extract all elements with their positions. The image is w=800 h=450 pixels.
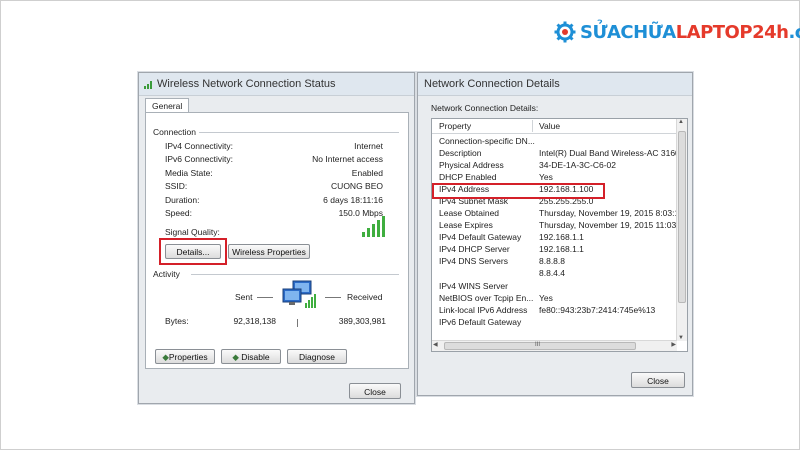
details-dialog-title: Network Connection Details [424,78,560,90]
network-computers-icon [282,280,316,308]
connection-separator [199,132,399,133]
vertical-scroll-thumb[interactable] [678,131,686,303]
status-close-label: Close [364,387,386,397]
scroll-right-arrow-icon[interactable]: ▶ [671,341,676,348]
details-close-button[interactable]: Close [631,372,685,388]
properties-button-label: Properties [168,352,208,362]
status-dialog: Wireless Network Connection Status Gener… [138,72,415,404]
vertical-scrollbar[interactable]: ▲ ▼ [676,119,687,341]
row-value: Thursday, November 19, 2015 11:03: [539,220,679,230]
scroll-up-arrow-icon[interactable]: ▲ [678,119,684,125]
logo-part-4: .com [788,21,800,43]
logo-part-3: 24h [752,21,789,43]
details-dialog: Network Connection Details Network Conne… [417,72,693,396]
ssid-label: SSID: [165,181,188,191]
header-divider [532,120,533,132]
bytes-label: Bytes: [165,316,189,326]
bytes-received-value: 389,303,981 [338,316,386,326]
row-property: Description [439,148,482,158]
disable-button[interactable]: ◆ Disable [221,349,281,364]
signal-quality-label: Signal Quality: [165,227,220,237]
received-label: Received [347,292,383,302]
shield-icon: ◆ [232,352,239,362]
horizontal-scrollbar[interactable]: ◀ III ▶ [432,340,677,351]
details-highlight-box [159,238,227,265]
tab-general-label: General [152,101,183,111]
row-property: IPv4 Default Gateway [439,232,522,242]
wireless-properties-button[interactable]: Wireless Properties [228,244,310,259]
row-property: NetBIOS over Tcpip En... [439,293,534,303]
tab-general[interactable]: General [145,98,190,113]
speed-label: Speed: [165,208,192,218]
row-value: 8.8.4.4 [539,268,565,278]
ipv6-connectivity-value: No Internet access [312,154,383,164]
row-value: 34-DE-1A-3C-C6-02 [539,160,616,170]
details-subtitle: Network Connection Details: [431,103,539,113]
row-property: IPv6 Default Gateway [439,317,522,327]
row-value: 8.8.8.8 [539,256,565,266]
row-property: Connection-specific DN... [439,136,535,146]
row-value: Yes [539,172,553,182]
details-list-header: Property Value [432,119,687,134]
media-state-label: Media State: [165,168,213,178]
media-state-value: Enabled [351,168,383,178]
row-value: Intel(R) Dual Band Wireless-AC 3160 [539,148,680,158]
status-dialog-title: Wireless Network Connection Status [157,78,336,90]
row-property: Link-local IPv6 Address [439,305,528,315]
received-line [325,297,341,298]
wireless-properties-label: Wireless Properties [232,247,306,257]
ipv4-address-highlight-box [432,183,605,199]
scroll-grip: III [535,342,541,348]
row-property: Lease Obtained [439,208,500,218]
activity-group-label: Activity [153,269,180,279]
disable-button-label: Disable [241,352,270,362]
details-close-label: Close [647,376,669,386]
row-property: IPv4 WINS Server [439,281,508,291]
duration-value: 6 days 18:11:16 [323,195,383,205]
sent-label: Sent [235,292,253,302]
row-property: Physical Address [439,160,504,170]
col-value-header[interactable]: Value [539,121,560,132]
duration-label: Duration: [165,195,200,205]
row-value: Thursday, November 19, 2015 8:03:1 [539,208,680,218]
horizontal-scroll-thumb[interactable]: III [444,342,636,350]
ipv4-connectivity-value: Internet [354,141,383,151]
bytes-sent-value: 92,318,138 [233,316,276,326]
scroll-down-arrow-icon[interactable]: ▼ [678,335,684,341]
logo-part-2: LAPTOP [675,21,753,43]
properties-button[interactable]: ◆Properties [155,349,215,364]
ssid-value: CUONG BEO [331,181,383,191]
row-property: IPv4 DNS Servers [439,256,508,266]
ipv4-connectivity-label: IPv4 Connectivity: [165,141,234,151]
row-property: DHCP Enabled [439,172,497,182]
diagnose-button[interactable]: Diagnose [287,349,347,364]
brand-logo: SỬACHỮALAPTOP24h.com [554,18,800,46]
status-dialog-titlebar[interactable]: Wireless Network Connection Status [139,73,414,96]
signal-strength-icon [362,216,385,237]
logo-text: SỬACHỮALAPTOP24h.com [580,22,800,43]
details-list[interactable]: Property Value Connection-specific DN...… [431,118,688,352]
activity-separator [191,274,399,275]
row-value: 192.168.1.1 [539,232,584,242]
details-dialog-titlebar[interactable]: Network Connection Details [418,73,692,96]
ipv6-connectivity-label: IPv6 Connectivity: [165,154,234,164]
col-property-header[interactable]: Property [439,121,471,132]
row-property: IPv4 DHCP Server [439,244,510,254]
row-value: fe80::943:23b7:2414:745e%13 [539,305,656,315]
row-value: Yes [539,293,553,303]
connection-group-label: Connection [153,127,197,137]
bytes-divider [297,319,298,327]
scroll-left-arrow-icon[interactable]: ◀ [433,341,438,348]
status-close-button[interactable]: Close [349,383,401,399]
diagnose-button-label: Diagnose [299,352,335,362]
row-value: 192.168.1.1 [539,244,584,254]
gear-icon [554,21,576,43]
signal-icon [144,81,152,89]
row-property: Lease Expires [439,220,493,230]
logo-part-1: SỬACHỮA [580,21,676,43]
sent-line [257,297,273,298]
